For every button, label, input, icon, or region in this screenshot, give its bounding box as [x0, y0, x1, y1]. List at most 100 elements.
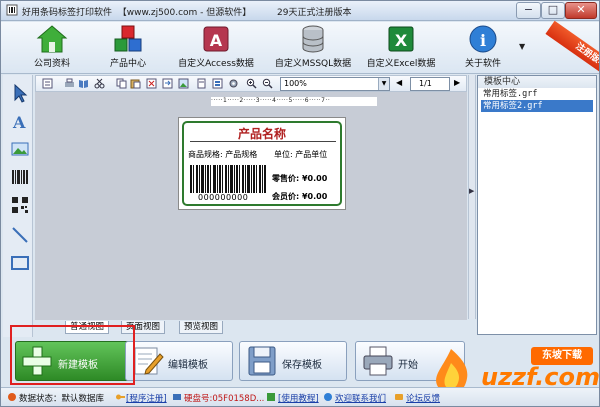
label-preview[interactable]: 产品名称 商品规格: 产品规格 单位: 产品单位 000000000 零售价: … — [178, 117, 346, 210]
design-canvas[interactable]: 产品名称 商品规格: 产品规格 单位: 产品单位 000000000 零售价: … — [35, 109, 467, 320]
database-status-icon — [8, 393, 16, 401]
toolbar-custom-mssql[interactable]: 自定义MSSQL数据 — [269, 24, 357, 72]
barcode-tool-icon[interactable] — [10, 167, 30, 187]
cubes-icon — [114, 25, 142, 52]
toolbar-label: 产品中心 — [109, 59, 146, 69]
label-unit[interactable]: 单位: 产品单位 — [274, 149, 340, 160]
toolbar-product-center[interactable]: 产品中心 — [101, 24, 155, 72]
delete-icon[interactable] — [146, 78, 157, 89]
save-template-button[interactable]: 保存模板 — [239, 341, 347, 381]
highlight-annotation — [10, 325, 135, 385]
pencil-edit-icon — [134, 347, 164, 375]
open-book-icon[interactable] — [78, 78, 89, 89]
disk-id-text: 硬盘号:05F0158D... — [184, 394, 265, 404]
tab-preview-view[interactable]: 预览视图 — [179, 321, 224, 334]
maximize-button[interactable]: □ — [541, 2, 565, 19]
toolbar-custom-access[interactable]: A 自定义Access数据 — [171, 24, 261, 72]
paste-icon[interactable] — [130, 78, 141, 89]
db-status-text: 数据状态：默认数据库 — [19, 394, 105, 404]
register-link[interactable]: [程序注册] — [126, 392, 167, 404]
title-bar: 好用条码标签打印软件 【www.zj500.com - 但源软件】 29天正式注… — [1, 1, 599, 21]
label-barcode[interactable] — [190, 165, 266, 193]
forum-link[interactable]: 论坛反馈 — [406, 392, 440, 404]
properties-icon[interactable] — [212, 78, 223, 89]
horizontal-ruler: ·····1·····2·····3·····4·····5·····6····… — [211, 97, 377, 106]
forum-icon — [395, 394, 403, 400]
line-tool-icon[interactable] — [10, 225, 30, 245]
copy-icon[interactable] — [116, 78, 127, 89]
image-export-icon[interactable] — [178, 78, 189, 89]
main-toolbar: 公司资料 产品中心 A 自定义Access数据 自定义MSSQL数据 X 自定义… — [1, 20, 599, 92]
print-icon[interactable] — [64, 78, 75, 89]
previous-page-button[interactable]: ◀ — [396, 78, 402, 87]
chevron-down-icon: ▼ — [378, 78, 389, 90]
zoom-select[interactable]: 100% ▼ — [280, 77, 390, 91]
label-sale-price[interactable]: 零售价: ¥0.00 — [272, 173, 327, 184]
contact-link[interactable]: 欢迎联系我们 — [335, 392, 386, 404]
svg-text:i: i — [480, 31, 486, 50]
house-icon — [36, 25, 68, 53]
contact-icon — [324, 393, 332, 401]
text-tool-icon[interactable]: A — [10, 111, 30, 131]
status-bar: 数据状态：默认数据库 [程序注册] 硬盘号:05F0158D... [使用教程]… — [1, 387, 599, 406]
excel-icon: X — [388, 26, 414, 52]
label-divider — [190, 141, 336, 142]
toolbar-label: 公司资料 — [33, 59, 70, 69]
tutorial-link[interactable]: [使用教程] — [278, 392, 319, 404]
page-setup-icon[interactable] — [42, 78, 53, 89]
label-barcode-number: 000000000 — [198, 193, 249, 202]
printer-icon — [363, 346, 393, 376]
pointer-tool-icon[interactable] — [10, 83, 30, 103]
template-panel-title: 模板中心 — [478, 76, 596, 88]
book-icon — [267, 393, 275, 401]
cut-icon[interactable] — [94, 78, 105, 89]
window-title: 好用条码标签打印软件 【www.zj500.com - 但源软件】 29天正式注… — [22, 8, 352, 18]
rectangle-tool-icon[interactable] — [10, 253, 30, 273]
key-icon — [116, 394, 125, 400]
access-key-icon: A — [203, 26, 229, 52]
editor-toolbar: 100% ▼ ◀ 1/1 ▶ — [35, 75, 467, 92]
template-center-panel: 模板中心 常用标签.grf 常用标签2.grf — [477, 75, 597, 335]
label-member-price[interactable]: 会员价: ¥0.00 — [272, 191, 327, 202]
save-template-label: 保存模板 — [282, 360, 322, 371]
zoom-in-icon[interactable] — [246, 78, 257, 89]
document-icon[interactable] — [196, 78, 207, 89]
image-tool-icon[interactable] — [10, 139, 30, 159]
toolbar-label: 自定义MSSQL数据 — [274, 59, 352, 69]
save-disk-icon — [248, 346, 276, 376]
toolbar-label: 自定义Access数据 — [178, 59, 254, 69]
settings-icon[interactable] — [228, 78, 239, 89]
toolbar-more-dropdown[interactable]: ▼ — [519, 42, 525, 51]
close-button[interactable]: ✕ — [565, 2, 597, 19]
edit-template-button[interactable]: 编辑模板 — [125, 341, 233, 381]
svg-text:A: A — [12, 113, 26, 131]
start-print-label: 开始 — [398, 360, 418, 371]
template-item[interactable]: 常用标签.grf — [481, 88, 593, 100]
chevron-right-icon[interactable]: ▶ — [469, 187, 475, 203]
qrcode-tool-icon[interactable] — [10, 195, 30, 215]
page-number-input[interactable]: 1/1 — [410, 77, 450, 91]
ruler-area: ·····1·····2·····3·····4·····5·····6····… — [35, 92, 467, 109]
next-page-button[interactable]: ▶ — [454, 78, 460, 87]
label-product-name[interactable]: 产品名称 — [184, 125, 340, 142]
zoom-out-icon[interactable] — [262, 78, 273, 89]
template-item-selected[interactable]: 常用标签2.grf — [481, 100, 593, 112]
label-spec[interactable]: 商品规格: 产品规格 — [188, 149, 257, 160]
export-icon[interactable] — [162, 78, 173, 89]
disk-icon — [173, 394, 181, 400]
toolbar-label: 自定义Excel数据 — [366, 59, 436, 69]
svg-text:A: A — [210, 31, 223, 50]
app-icon — [6, 4, 18, 16]
label-border: 产品名称 商品规格: 产品规格 单位: 产品单位 000000000 零售价: … — [182, 121, 342, 206]
edit-template-label: 编辑模板 — [168, 360, 208, 371]
toolbar-company-info[interactable]: 公司资料 — [27, 24, 77, 72]
toolbar-label: 关于软件 — [464, 59, 501, 69]
zoom-value: 100% — [284, 79, 307, 88]
panel-splitter[interactable]: ▶ — [468, 75, 476, 319]
minimize-button[interactable]: − — [516, 2, 541, 19]
info-icon: i — [469, 25, 497, 53]
toolbar-custom-excel[interactable]: X 自定义Excel数据 — [361, 24, 441, 72]
database-icon — [302, 25, 324, 53]
app-window: 好用条码标签打印软件 【www.zj500.com - 但源软件】 29天正式注… — [0, 0, 600, 407]
toolbar-about[interactable]: i 关于软件 — [461, 24, 505, 72]
